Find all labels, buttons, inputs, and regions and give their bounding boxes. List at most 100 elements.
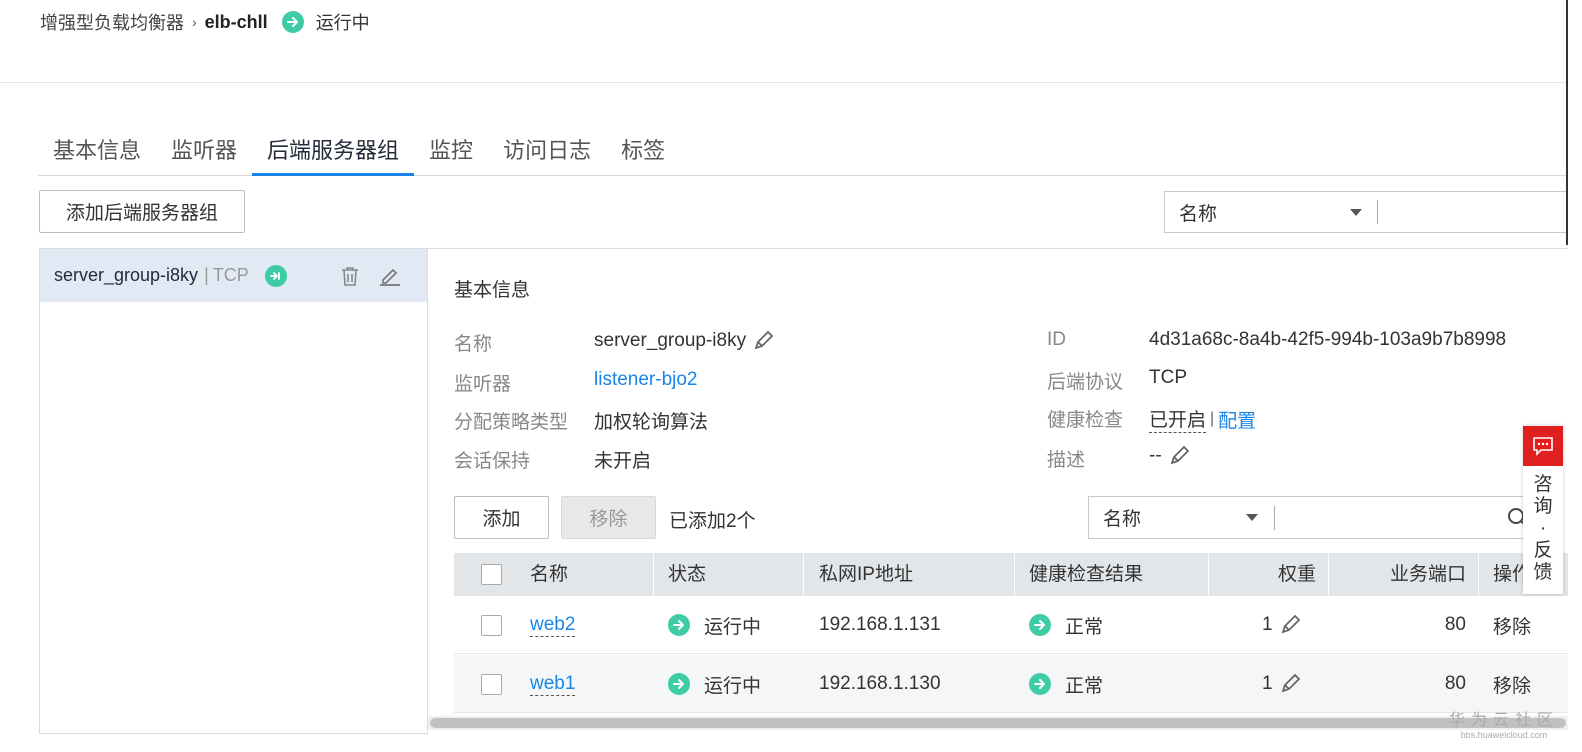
col-divider [1208, 553, 1209, 596]
header-divider [0, 82, 1568, 83]
member-ip: 192.168.1.130 [819, 673, 941, 694]
scrollbar-thumb[interactable] [430, 718, 1566, 728]
member-status: 运行中 [668, 655, 761, 713]
member-weight: 1 [1262, 596, 1303, 654]
breadcrumb: 增强型负载均衡器 › elb-chll 运行中 [40, 8, 370, 36]
running-status-icon [668, 614, 690, 636]
col-divider [1014, 553, 1015, 596]
tab-backend-server-groups[interactable]: 后端服务器组 [252, 128, 415, 176]
member-ip: 192.168.1.131 [819, 614, 941, 635]
health-separator: | [1210, 410, 1215, 427]
healthy-status-icon [1029, 614, 1051, 636]
server-group-list: server_group-i8ky | TCP [39, 248, 427, 734]
col-health-result[interactable]: 健康检查结果 [1029, 553, 1143, 596]
group-filter-select[interactable]: 名称 [1165, 199, 1217, 226]
name-label: 名称 [454, 334, 493, 355]
edit-desc-icon[interactable] [1168, 445, 1192, 467]
col-weight[interactable]: 权重 [1278, 553, 1316, 596]
listener-link[interactable]: listener-bjo2 [594, 369, 698, 391]
member-search-input[interactable] [1281, 506, 1481, 530]
member-port: 80 [1444, 673, 1466, 694]
desc-value: -- [1149, 445, 1162, 466]
delete-icon[interactable] [338, 264, 362, 288]
id-label: ID [1047, 329, 1066, 350]
add-server-group-button[interactable]: 添加后端服务器组 [39, 190, 245, 233]
member-search-box: 名称 [1088, 496, 1534, 539]
session-label: 会话保持 [454, 451, 531, 472]
chat-icon[interactable] [1523, 426, 1563, 466]
running-status-icon [281, 11, 304, 33]
remove-member-link[interactable]: 移除 [1493, 596, 1531, 654]
policy-value: 加权轮询算法 [594, 412, 709, 433]
search-divider [1274, 506, 1275, 530]
search-divider [1377, 200, 1378, 224]
table-row: web1 运行中 192.168.1.130 正常 1 80 移除 [454, 655, 1568, 713]
chevron-down-icon[interactable] [1350, 209, 1362, 216]
server-group-item[interactable]: server_group-i8ky | TCP [40, 249, 427, 302]
edit-weight-icon[interactable] [1279, 673, 1303, 695]
healthy-status-icon [1029, 673, 1051, 695]
breadcrumb-root-link[interactable]: 增强型负载均衡器 [40, 9, 184, 35]
tab-access-logs[interactable]: 访问日志 [488, 128, 606, 175]
feedback-label[interactable]: 咨 询 · 反 馈 [1523, 474, 1563, 584]
member-count: 已添加2个 [669, 511, 756, 532]
protocol-label: 后端协议 [1047, 372, 1124, 393]
edit-icon[interactable] [378, 264, 402, 288]
name-value: server_group-i8ky [594, 330, 747, 351]
add-member-button[interactable]: 添加 [454, 496, 549, 539]
col-name[interactable]: 名称 [530, 553, 568, 596]
tab-basic-info[interactable]: 基本信息 [38, 128, 156, 175]
detail-section-title: 基本信息 [454, 280, 531, 301]
table-header: 名称 状态 私网IP地址 健康检查结果 权重 业务端口 操作 [454, 553, 1568, 596]
col-private-ip[interactable]: 私网IP地址 [819, 553, 913, 596]
id-value: 4d31a68c-8a4b-42f5-994b-103a9b7b8998 [1149, 329, 1507, 350]
remove-member-link[interactable]: 移除 [1493, 655, 1531, 713]
health-config-link[interactable]: 配置 [1218, 406, 1256, 433]
health-label: 健康检查 [1047, 410, 1124, 431]
edit-name-icon[interactable] [752, 330, 776, 352]
tab-listeners[interactable]: 监听器 [156, 128, 252, 175]
health-status[interactable]: 已开启 [1149, 405, 1207, 433]
member-health: 正常 [1029, 596, 1103, 654]
member-name-link[interactable]: web1 [530, 655, 576, 713]
member-filter-select[interactable]: 名称 [1089, 504, 1141, 531]
col-divider [653, 553, 654, 596]
desc-label: 描述 [1047, 450, 1086, 471]
group-search-box: 名称 [1164, 191, 1568, 233]
chevron-down-icon[interactable] [1246, 514, 1258, 521]
col-status[interactable]: 状态 [668, 553, 706, 596]
lb-status-text: 运行中 [315, 13, 370, 33]
row-checkbox[interactable] [481, 674, 502, 695]
select-all-checkbox[interactable] [481, 564, 502, 585]
session-value: 未开启 [594, 451, 652, 472]
running-status-icon [668, 673, 690, 695]
member-weight: 1 [1262, 655, 1303, 713]
col-divider [1478, 553, 1479, 596]
listener-bound-icon [264, 264, 287, 287]
remove-member-button[interactable]: 移除 [561, 496, 656, 539]
col-port[interactable]: 业务端口 [1390, 553, 1466, 596]
breadcrumb-current: elb-chll [204, 11, 268, 32]
vertical-scrollbar[interactable] [1566, 0, 1568, 245]
row-checkbox[interactable] [481, 615, 502, 636]
edit-weight-icon[interactable] [1279, 614, 1303, 636]
health-value-wrap: 已开启 | 配置 [1149, 405, 1256, 433]
listener-label: 监听器 [454, 374, 512, 395]
server-group-protocol: TCP [212, 265, 249, 285]
chevron-right-icon: › [192, 14, 197, 30]
tab-tags[interactable]: 标签 [606, 128, 680, 175]
tab-bar: 基本信息 监听器 后端服务器组 监控 访问日志 标签 [38, 128, 1568, 176]
horizontal-scrollbar[interactable] [428, 716, 1568, 730]
desc-value-wrap: -- [1149, 445, 1192, 467]
feedback-widget[interactable]: 咨 询 · 反 馈 [1523, 426, 1563, 594]
member-status: 运行中 [668, 596, 761, 654]
member-name-link[interactable]: web2 [530, 596, 576, 654]
name-value-wrap: server_group-i8ky [594, 330, 776, 352]
policy-label: 分配策略类型 [454, 412, 569, 433]
watermark: 华为云社区 bbs.huaweicloud.com [1448, 712, 1559, 740]
group-search-input[interactable] [1385, 200, 1565, 224]
protocol-value: TCP [1149, 367, 1187, 388]
server-group-name: server_group-i8ky [54, 265, 199, 285]
tab-monitoring[interactable]: 监控 [414, 128, 488, 175]
separator: | [204, 265, 209, 285]
